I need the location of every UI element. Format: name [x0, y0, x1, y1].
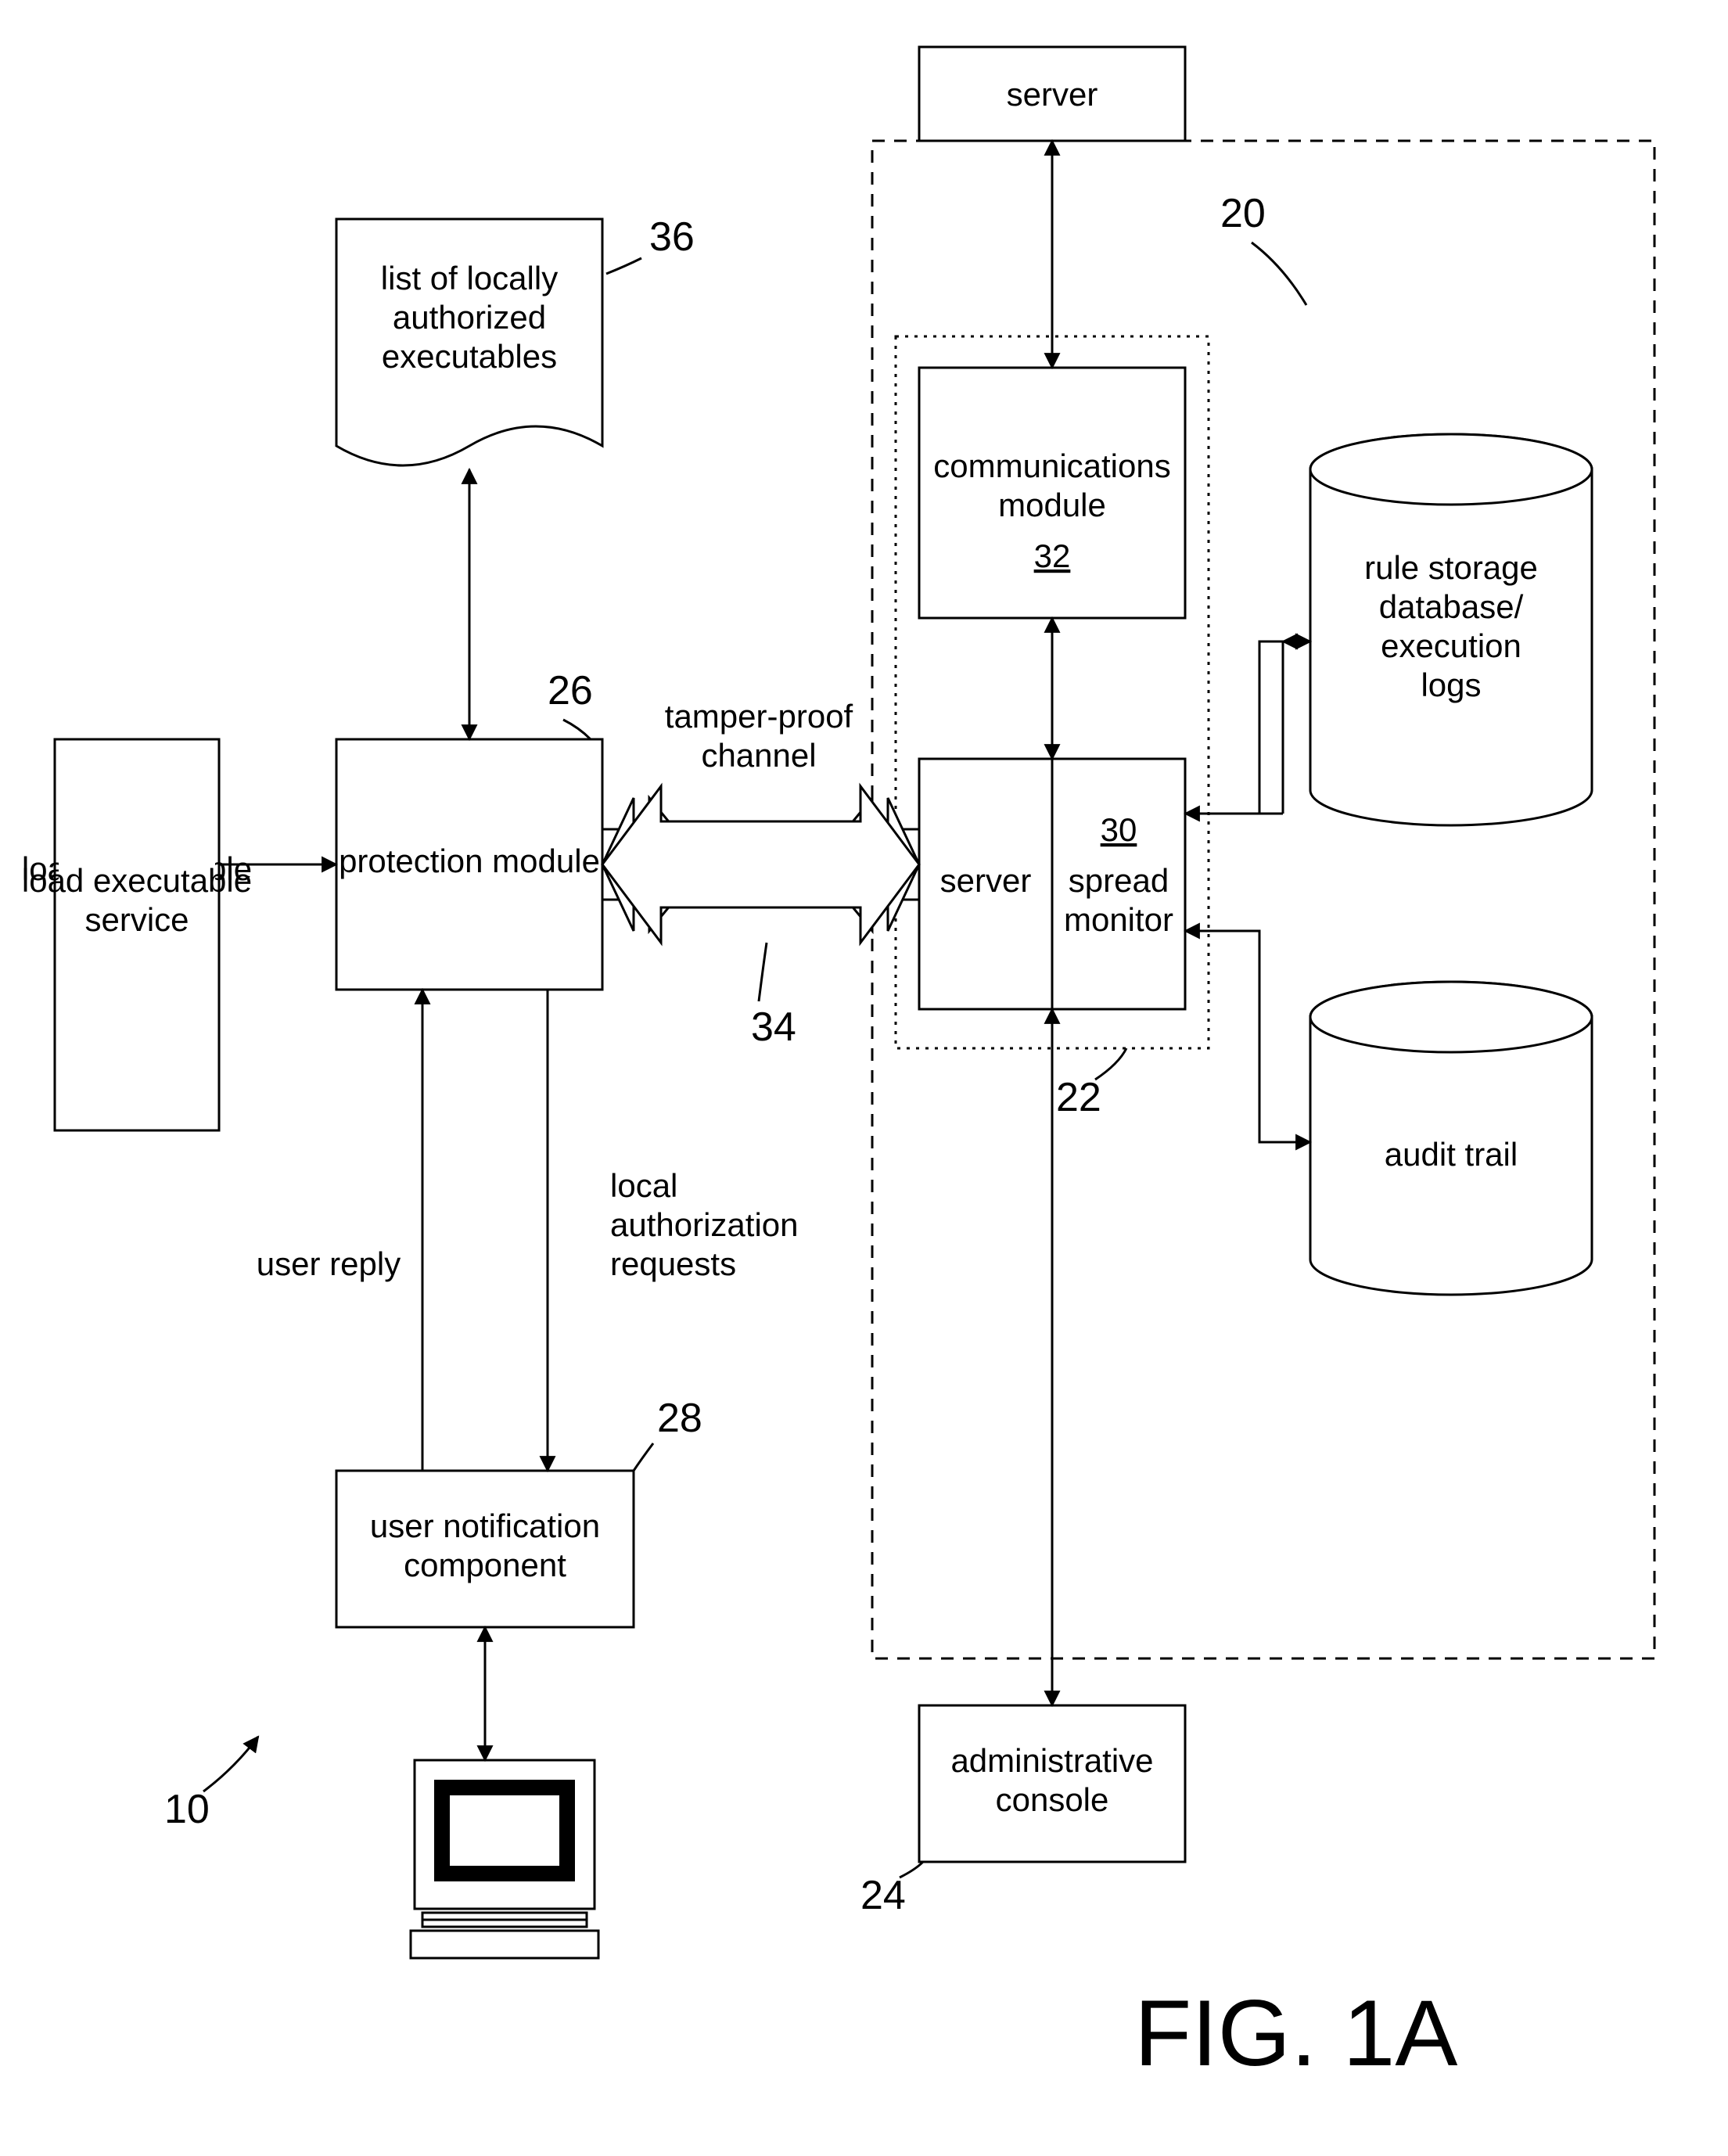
overlay: load executableservice [0, 0, 1728, 2156]
